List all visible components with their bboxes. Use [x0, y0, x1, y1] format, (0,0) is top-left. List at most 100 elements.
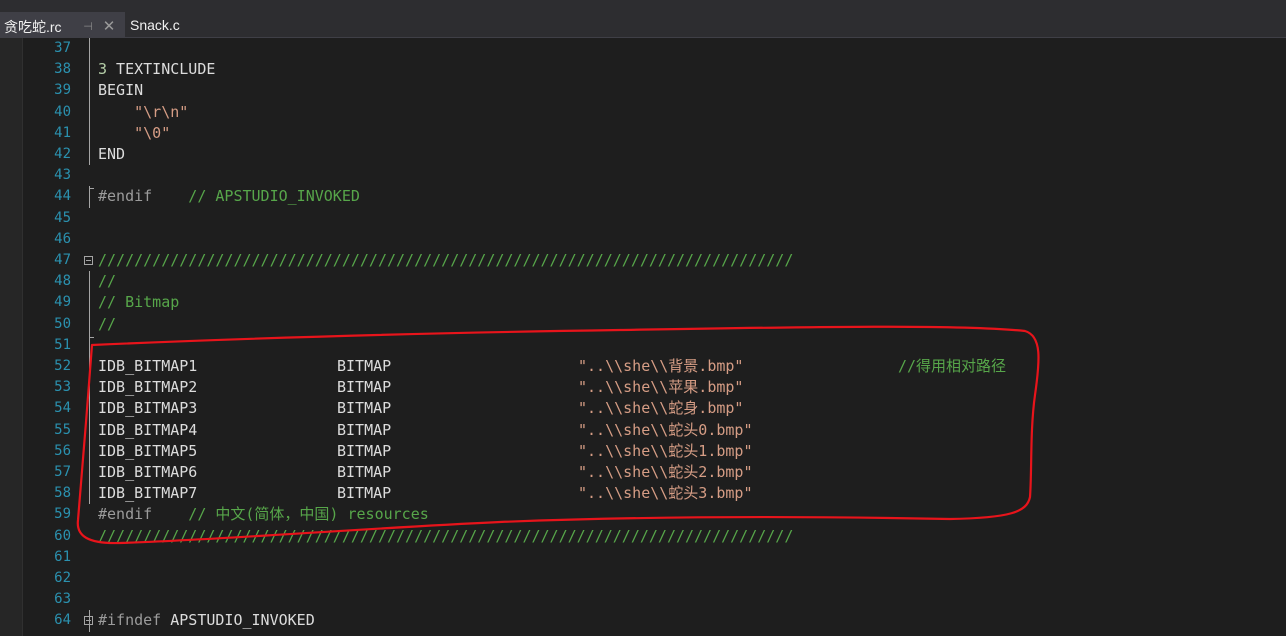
line-number: 59 — [54, 506, 71, 523]
line-number: 60 — [54, 527, 71, 544]
code-token: // APSTUDIO_INVOKED — [152, 187, 360, 206]
code-line[interactable]: 58 IDB_BITMAP7 BITMAP "..\\she\\蛇头3.bmp" — [0, 483, 1286, 504]
code-token: #endif — [98, 505, 153, 524]
collapse-region-icon[interactable] — [84, 256, 93, 265]
code-line[interactable]: 49 // Bitmap — [0, 292, 1286, 313]
line-number: 37 — [54, 40, 71, 56]
code-token: #ifndef — [98, 611, 162, 630]
line-number: 42 — [54, 146, 71, 162]
line-number: 55 — [54, 421, 71, 438]
resource-path: "..\\she\\蛇头1.bmp" — [578, 441, 753, 460]
code-line[interactable]: 52 IDB_BITMAP1 BITMAP "..\\she\\背景.bmp" //得用… — [0, 356, 1286, 377]
line-number: 52 — [54, 358, 71, 374]
line-number: 56 — [54, 442, 71, 459]
code-line[interactable]: 43 — [0, 165, 1286, 186]
code-token: // Bitmap — [98, 293, 180, 312]
line-number: 41 — [54, 124, 71, 141]
tab-snack-c[interactable]: Snack.c — [130, 12, 180, 38]
outline-guide — [89, 271, 90, 356]
resource-type: BITMAP — [337, 378, 392, 397]
code-token: // — [98, 272, 117, 291]
line-number: 39 — [54, 82, 71, 99]
code-token: APSTUDIO_INVOKED — [161, 611, 315, 630]
code-line[interactable]: 44 #endif // APSTUDIO_INVOKED — [0, 186, 1286, 207]
code-text: BEGIN — [98, 80, 143, 101]
code-token: // — [98, 314, 117, 333]
code-token: ////////////////////////////////////////… — [98, 526, 794, 545]
code-text: ////////////////////////////////////////… — [98, 250, 793, 271]
code-line[interactable]: 59 #endif // 中文(简体，中国) resources — [0, 504, 1286, 525]
line-number: 46 — [54, 230, 71, 247]
code-text: // Bitmap — [98, 292, 179, 313]
code-line[interactable]: 47 //////////////////////////////////////… — [0, 250, 1286, 271]
code-token: "\0" — [98, 123, 171, 142]
resource-type: BITMAP — [337, 463, 392, 481]
line-number: 53 — [54, 379, 71, 396]
resource-path: "..\\she\\苹果.bmp" — [578, 378, 744, 397]
outline-guide — [89, 356, 90, 505]
code-token: TEXTINCLUDE — [107, 60, 216, 79]
code-line[interactable]: 53 IDB_BITMAP2 BITMAP "..\\she\\苹果.bmp" — [0, 377, 1286, 398]
code-token: // 中文(简体，中国) resources — [152, 505, 429, 524]
code-token: 3 — [98, 60, 108, 79]
line-number: 48 — [54, 273, 71, 290]
line-number: 58 — [54, 485, 71, 502]
code-token: "\r\n" — [98, 102, 189, 121]
code-line[interactable]: 45 — [0, 208, 1286, 229]
code-line[interactable]: 62 — [0, 568, 1286, 589]
tab-label: 贪吃蛇.rc — [4, 19, 62, 35]
code-text: #endif // 中文(简体，中国) resources — [98, 504, 429, 525]
resource-id: IDB_BITMAP2 — [98, 378, 198, 397]
line-number: 38 — [54, 61, 71, 78]
line-number: 49 — [54, 294, 71, 311]
code-line[interactable]: 40 "\r\n" — [0, 102, 1286, 123]
code-line[interactable]: 64 #ifndef APSTUDIO_INVOKED — [0, 610, 1286, 631]
code-line[interactable]: 61 — [0, 547, 1286, 568]
code-text: 3 TEXTINCLUDE — [98, 59, 215, 80]
code-line[interactable]: 54 IDB_BITMAP3 BITMAP "..\\she\\蛇身.bmp" — [0, 398, 1286, 419]
outline-guide — [89, 610, 90, 632]
resource-path: "..\\she\\蛇头2.bmp" — [578, 463, 753, 481]
line-number: 63 — [54, 591, 71, 608]
code-line[interactable]: 55 IDB_BITMAP4 BITMAP "..\\she\\蛇头0.bmp" — [0, 420, 1286, 441]
resource-id: IDB_BITMAP6 — [98, 463, 198, 481]
code-line[interactable]: 60 //////////////////////////////////////… — [0, 526, 1286, 547]
document-tab-bar: 贪吃蛇.rc ⊣ ✕ Snack.c — [0, 0, 1286, 38]
code-line[interactable]: 42 END — [0, 144, 1286, 165]
line-number: 43 — [54, 167, 71, 184]
code-line[interactable]: 56 IDB_BITMAP5 BITMAP "..\\she\\蛇头1.bmp" — [0, 441, 1286, 462]
code-text: #endif // APSTUDIO_INVOKED — [98, 186, 360, 207]
outline-guide-end — [89, 336, 94, 338]
code-text: // — [98, 271, 116, 292]
code-line[interactable]: 39 BEGIN — [0, 80, 1286, 101]
resource-type: BITMAP — [337, 399, 392, 418]
resource-id: IDB_BITMAP3 — [98, 399, 198, 418]
line-number: 64 — [54, 612, 71, 629]
code-editor[interactable]: 37 38 3 TEXTINCLUDE 39 BEGIN 40 "\r\n" 41 "\0"… — [0, 38, 1286, 636]
code-line[interactable]: 38 3 TEXTINCLUDE — [0, 59, 1286, 80]
code-line[interactable]: 51 — [0, 335, 1286, 356]
code-line[interactable]: 48 // — [0, 271, 1286, 292]
code-line[interactable]: 50 // — [0, 314, 1286, 335]
line-number: 62 — [54, 570, 71, 586]
line-number: 54 — [54, 400, 71, 417]
line-number: 61 — [54, 548, 71, 565]
code-line[interactable]: 37 — [0, 38, 1286, 59]
code-text: END — [98, 144, 125, 165]
resource-type: BITMAP — [337, 357, 392, 375]
code-line[interactable]: 41 "\0" — [0, 123, 1286, 144]
code-text: ////////////////////////////////////////… — [98, 526, 793, 547]
resource-type: BITMAP — [337, 484, 392, 503]
close-icon[interactable]: ✕ — [102, 14, 116, 40]
code-line[interactable]: 46 — [0, 229, 1286, 250]
code-line[interactable]: 63 — [0, 589, 1286, 610]
line-number: 45 — [54, 209, 71, 226]
resource-path: "..\\she\\蛇头3.bmp" — [578, 484, 753, 503]
code-line[interactable]: 57 IDB_BITMAP6 BITMAP "..\\she\\蛇头2.bmp" — [0, 462, 1286, 483]
code-text: "\r\n" — [98, 102, 188, 123]
resource-id: IDB_BITMAP7 — [98, 484, 198, 503]
code-token: END — [98, 145, 126, 163]
tab-rc-file[interactable]: 贪吃蛇.rc ⊣ ✕ — [0, 12, 125, 38]
resource-path: "..\\she\\蛇头0.bmp" — [578, 420, 753, 439]
pin-icon[interactable]: ⊣ — [81, 14, 95, 40]
